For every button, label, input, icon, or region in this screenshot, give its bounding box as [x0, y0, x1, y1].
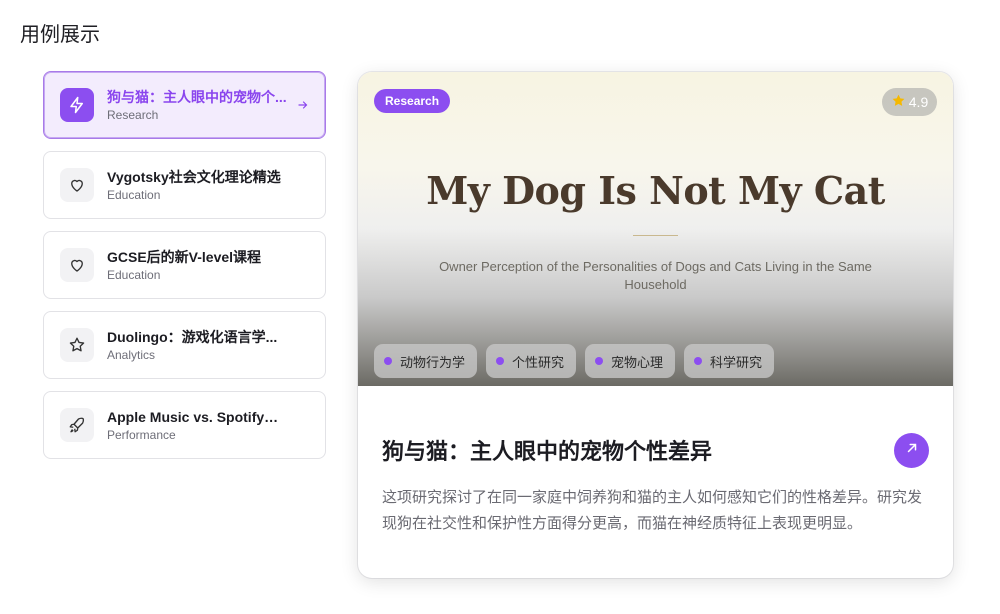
heart-icon: [60, 248, 94, 282]
rating-badge: 4.9: [882, 88, 937, 116]
tag-list: 动物行为学 个性研究 宠物心理 科学研究: [374, 344, 775, 378]
category-badge: Research: [374, 89, 451, 113]
rating-value: 4.9: [908, 94, 929, 110]
detail-card: Research 4.9 My Dog Is Not My Cat Owner …: [358, 72, 953, 578]
tag[interactable]: 动物行为学: [374, 344, 478, 378]
rocket-icon: [60, 408, 94, 442]
tag[interactable]: 宠物心理: [585, 344, 676, 378]
list-item-duolingo[interactable]: Duolingo：游戏化语言学... Analytics: [43, 311, 326, 379]
tag[interactable]: 个性研究: [486, 344, 577, 378]
hero-image: Research 4.9 My Dog Is Not My Cat Owner …: [358, 72, 953, 386]
lightning-icon: [60, 88, 94, 122]
list-item-category: Analytics: [107, 347, 156, 362]
list-item-dog-cat[interactable]: 狗与猫：主人眼中的宠物个... Research: [43, 71, 326, 139]
star-icon: [60, 328, 94, 362]
list-item-category: Education: [107, 267, 161, 282]
list-item-title: 狗与猫：主人眼中的宠物个...: [107, 88, 287, 105]
divider: [633, 235, 678, 236]
arrow-up-right-icon: [905, 441, 919, 460]
list-item-title: Duolingo：游戏化语言学...: [107, 328, 278, 345]
list-item-category: Performance: [107, 427, 176, 442]
hero-title: My Dog Is Not My Cat: [426, 168, 885, 213]
list-item-title: Apple Music vs. Spotify：...: [107, 408, 287, 425]
list-item-vygotsky[interactable]: Vygotsky社会文化理论精选 Education: [43, 151, 326, 219]
list-item-title: GCSE后的新V-level课程: [107, 248, 262, 265]
arrow-right-icon: [297, 98, 309, 116]
list-item-apple-music[interactable]: Apple Music vs. Spotify：... Performance: [43, 391, 326, 459]
list-item-gcse[interactable]: GCSE后的新V-level课程 Education: [43, 231, 326, 299]
list-item-title: Vygotsky社会文化理论精选: [107, 168, 281, 185]
card-title: 狗与猫：主人眼中的宠物个性差异: [382, 439, 713, 464]
card-description: 这项研究探讨了在同一家庭中饲养狗和猫的主人如何感知它们的性格差异。研究发现狗在社…: [382, 489, 923, 532]
list-item-category: Education: [107, 187, 161, 202]
heart-icon: [60, 168, 94, 202]
list-item-category: Research: [107, 107, 159, 122]
page-title: 用例展示: [20, 24, 100, 46]
star-icon: [891, 93, 906, 111]
tag[interactable]: 科学研究: [684, 344, 775, 378]
open-button[interactable]: [894, 433, 929, 468]
hero-subtitle: Owner Perception of the Personalities of…: [439, 259, 872, 292]
use-case-list: 狗与猫：主人眼中的宠物个... Research Vygotsky社会文化理论精…: [43, 71, 326, 471]
